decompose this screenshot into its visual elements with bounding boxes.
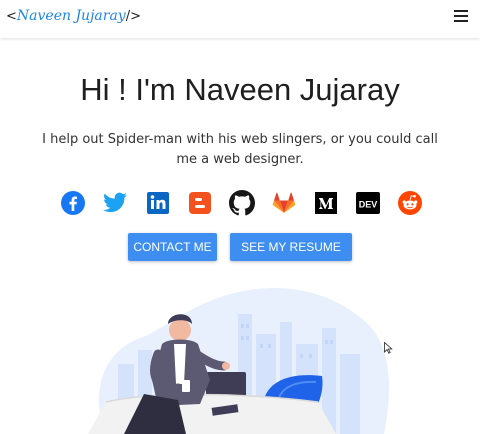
hero-tagline: I help out Spider-man with his web sling…	[42, 132, 438, 167]
logo-name: Naveen Jujaray	[16, 8, 126, 24]
logo-close-bracket: />	[125, 9, 141, 24]
linkedin-icon[interactable]	[145, 190, 171, 216]
social-links: DEV	[60, 190, 424, 216]
reddit-icon[interactable]	[397, 190, 423, 216]
gitlab-icon[interactable]	[271, 190, 297, 216]
github-icon[interactable]	[229, 190, 256, 216]
logo-open-bracket: <	[6, 9, 17, 24]
dev-icon[interactable]: DEV	[355, 190, 381, 216]
contact-me-button[interactable]: CONTACT ME	[128, 233, 217, 261]
blogger-icon[interactable]	[187, 190, 213, 216]
hero-title: Hi ! I'm Naveen Jujaray	[80, 72, 400, 107]
mouse-cursor-icon	[384, 342, 393, 354]
dev-icon-label: DEV	[359, 199, 378, 209]
see-resume-button[interactable]: SEE MY RESUME	[230, 233, 352, 261]
twitter-icon[interactable]	[102, 190, 128, 216]
medium-icon[interactable]	[313, 190, 339, 216]
hamburger-icon[interactable]	[454, 10, 468, 24]
hero-illustration	[88, 287, 390, 434]
site-logo[interactable]: <Naveen Jujaray/>	[6, 8, 141, 24]
facebook-icon[interactable]	[60, 190, 86, 216]
navbar: <Naveen Jujaray/>	[0, 0, 480, 38]
